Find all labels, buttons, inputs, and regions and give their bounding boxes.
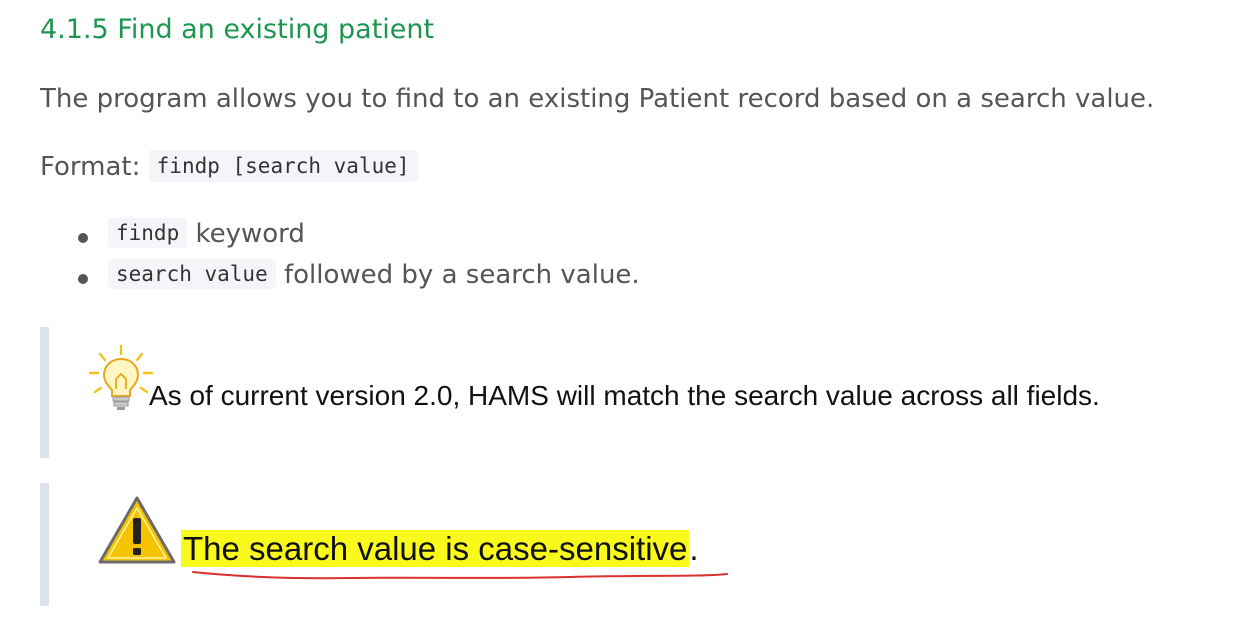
tip-text: As of current version 2.0, HAMS will mat… — [149, 380, 1100, 411]
bullet-dot — [78, 233, 88, 243]
format-label: Format: — [40, 152, 149, 182]
parameter-list: findp keyword search value followed by a… — [40, 218, 640, 300]
list-item-text: followed by a search value. — [275, 260, 640, 290]
inline-code: search value — [108, 259, 276, 289]
tip-callout: As of current version 2.0, HAMS will mat… — [40, 327, 1229, 458]
inline-code: findp — [108, 218, 188, 248]
warning-text: The search value is case-sensitive. — [181, 530, 699, 568]
highlighted-text: The search value is case-sensitive — [181, 530, 690, 567]
format-code: findp [search value] — [148, 150, 418, 182]
section-heading: 4.1.5 Find an existing patient — [40, 14, 435, 45]
warning-trailing-text: . — [689, 530, 699, 567]
list-item: findp keyword — [40, 218, 640, 259]
warning-callout: The search value is case-sensitive. — [40, 483, 1229, 606]
intro-paragraph: The program allows you to find to an exi… — [40, 84, 1155, 114]
list-item-text: keyword — [187, 219, 305, 249]
list-item: search value followed by a search value. — [40, 259, 640, 300]
lightbulb-icon — [88, 344, 154, 410]
red-underline-annotation — [192, 571, 728, 580]
warning-triangle-icon — [98, 496, 176, 564]
format-line: Format: findp [search value] — [40, 150, 418, 182]
bullet-dot — [78, 274, 88, 284]
